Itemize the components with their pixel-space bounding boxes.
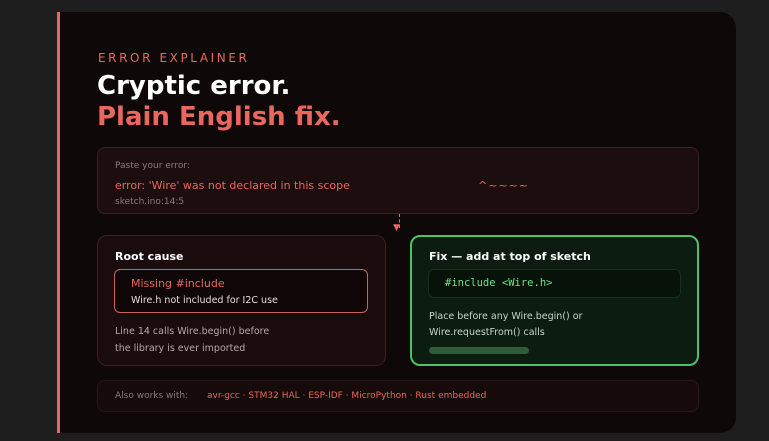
title-line-2: Plain English fix.: [97, 102, 341, 132]
fix-heading: Fix — add at top of sketch: [429, 250, 591, 263]
also-works-bar: Also works with: avr-gcc · STM32 HAL · E…: [97, 380, 699, 412]
error-input-box[interactable]: Paste your error: error: 'Wire' was not …: [97, 147, 699, 214]
error-caret: ^~~~~: [478, 179, 530, 192]
fix-indicator-bar: [429, 347, 529, 354]
root-cause-note: Line 14 calls Wire.begin() before the li…: [115, 326, 270, 354]
error-explainer-card: ERROR EXPLAINER Cryptic error. Plain Eng…: [57, 12, 736, 433]
root-cause-panel: Root cause Missing #include Wire.h not i…: [97, 235, 386, 366]
fix-code-block[interactable]: #include <Wire.h>: [428, 269, 681, 298]
issue-detail: Wire.h not included for I2C use: [131, 295, 278, 306]
fix-panel: Fix — add at top of sketch #include <Wir…: [410, 235, 699, 366]
error-location: sketch.ino:14:5: [115, 197, 185, 207]
root-cause-heading: Root cause: [115, 250, 184, 263]
issue-title: Missing #include: [131, 277, 225, 290]
title-line-1: Cryptic error.: [97, 71, 291, 101]
also-works-list: avr-gcc · STM32 HAL · ESP-IDF · MicroPyt…: [207, 391, 487, 401]
issue-badge: Missing #include Wire.h not included for…: [114, 269, 368, 313]
page-title: Cryptic error. Plain English fix.: [97, 71, 341, 133]
fix-code: #include <Wire.h>: [445, 277, 553, 289]
error-input-label: Paste your error:: [115, 161, 190, 171]
section-kicker: ERROR EXPLAINER: [98, 51, 250, 65]
error-message: error: 'Wire' was not declared in this s…: [115, 179, 350, 192]
arrow-down-icon: ▼: [393, 223, 400, 233]
fix-note: Place before any Wire.begin() or Wire.re…: [429, 311, 583, 338]
also-works-label: Also works with:: [115, 391, 189, 401]
